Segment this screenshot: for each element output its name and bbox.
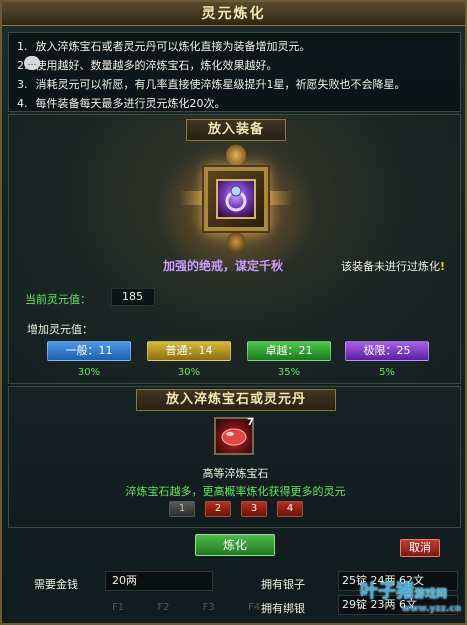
stone-name: 高等淬炼宝石 [202,467,269,480]
hotkey-label: F4 [247,602,261,613]
hotkey-label: F3 [202,602,215,613]
rule-item: 2. 使用越好、数量越多的淬炼宝石，炼化效果越好。 [17,59,278,72]
need-money-label: 需要金钱 [34,578,78,591]
stone-count: 7 [247,417,254,428]
hotkey-label: F1 [112,602,125,613]
cancel-button[interactable]: 取消 [400,539,440,557]
current-spirit-value: 185 [111,288,155,306]
rule-item: 4. 每件装备每天最多进行灵元炼化20次。 [17,97,226,110]
level-excellent-pct: 35% [277,367,301,378]
need-money-value: 20两 [105,571,213,591]
level-extreme-button[interactable]: 极限：25 [345,341,429,361]
qty-button-2[interactable]: 2 [205,501,231,517]
rule-item: 1. 放入淬炼宝石或者灵元丹可以炼化直接为装备增加灵元。 [17,40,311,53]
level-excellent-button[interactable]: 卓越：21 [247,341,331,361]
frame-bottom-ornament [226,233,246,251]
level-normal-pct: 30% [77,367,101,378]
window-title: 灵元炼化 [2,2,465,26]
chat-bubble-icon[interactable]: … [24,56,40,70]
level-common-pct: 30% [177,367,201,378]
rule-item: 3. 消耗灵元可以祈愿，有几率直接使淬炼星级提升1星，祈愿失败也不会降星。 [17,78,406,91]
equip-status: 该装备未进行过炼化! [341,260,446,273]
equip-header: 放入装备 [186,119,286,141]
stone-section: 放入淬炼宝石或灵元丹 7 高等淬炼宝石 淬炼宝石越多，更高概率炼化获得更多的灵元… [8,386,461,528]
add-spirit-label: 增加灵元值： [27,323,93,336]
frame-crest-icon [226,143,246,167]
level-common-button[interactable]: 普通：14 [147,341,231,361]
silver-label: 拥有银子 [261,578,305,591]
site-watermark: 叶子猪游戏网 www.yzz.cn [360,581,461,615]
level-normal-button[interactable]: 一般：11 [47,341,131,361]
equip-name: 加强的绝戒，谋定千秋 [163,259,284,273]
qty-button-1[interactable]: 1 [169,501,195,517]
stone-hint: 淬炼宝石越多，更高概率炼化获得更多的灵元 [125,485,346,498]
stone-header: 放入淬炼宝石或灵元丹 [136,389,336,411]
equip-slot[interactable] [216,179,256,219]
current-spirit-label: 当前灵元值： [25,293,91,306]
level-extreme-pct: 5% [379,367,395,378]
hotkey-label: F2 [157,602,170,613]
refine-window: 灵元炼化 1. 放入淬炼宝石或者灵元丹可以炼化直接为装备增加灵元。 2. 使用越好、… [0,0,467,625]
ring-icon [225,185,247,212]
frame-ornament-left [179,191,205,205]
background-hotkeys: F1 F2 F3 F4 [112,602,290,613]
equip-section: 放入装备 加强的绝戒，谋定千秋 该装备未进行过炼化! 当前灵元值： 185 增加… [8,114,461,384]
qty-button-3[interactable]: 3 [241,501,267,517]
qty-button-4[interactable]: 4 [277,501,303,517]
rules-box: 1. 放入淬炼宝石或者灵元丹可以炼化直接为装备增加灵元。 2. 使用越好、数量越多的… [8,32,461,112]
frame-ornament-right [267,191,293,205]
refine-button[interactable]: 炼化 [195,534,275,556]
